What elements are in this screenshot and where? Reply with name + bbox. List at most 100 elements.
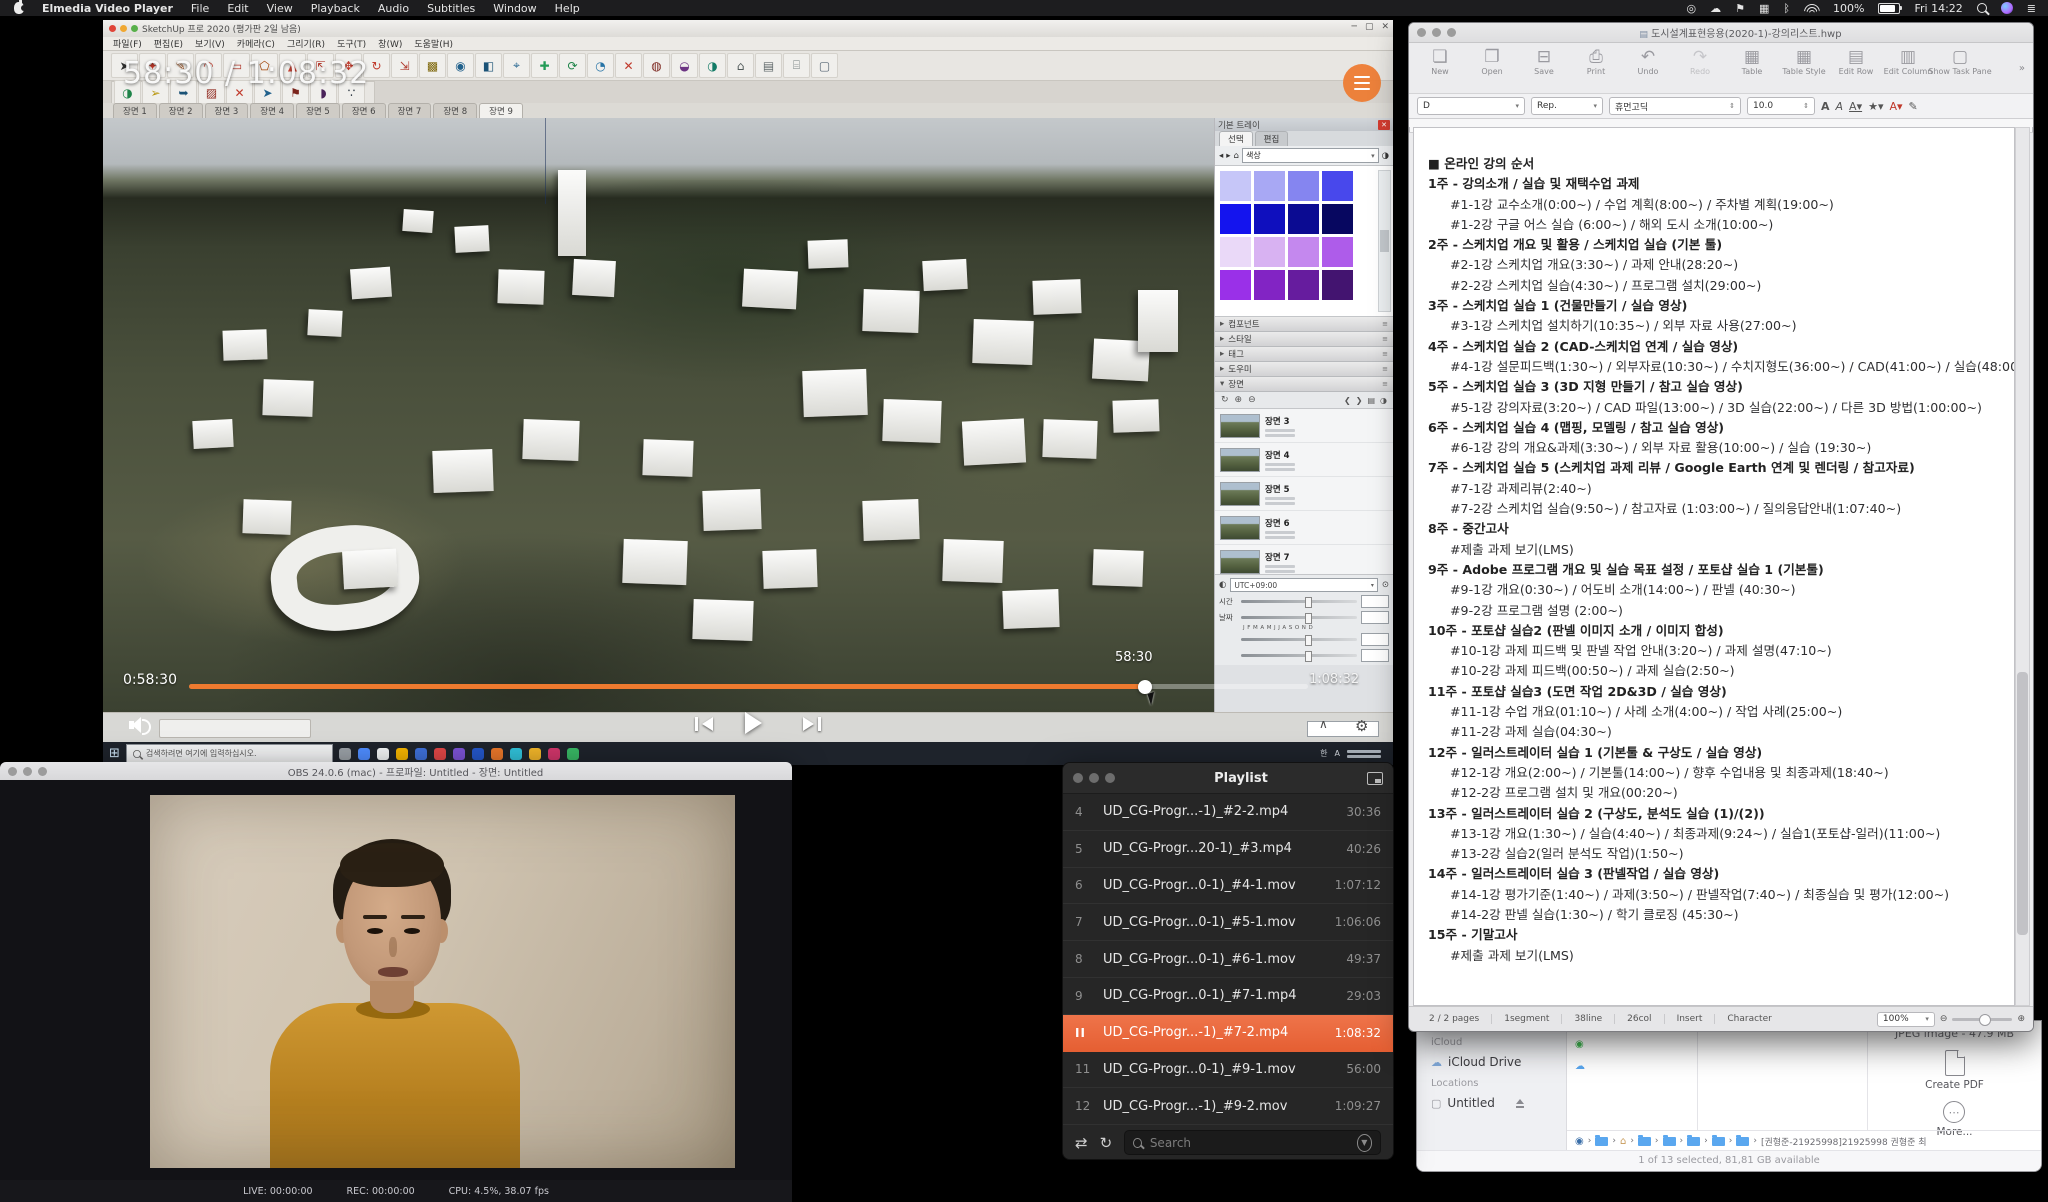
taskbar-app-icon[interactable] (396, 748, 408, 760)
color-swatch[interactable] (1288, 204, 1319, 234)
tool-icon[interactable]: ◑ (699, 53, 726, 78)
scene-list-item[interactable]: 장면 5 (1215, 477, 1393, 511)
folder-breadcrumb-icon[interactable] (1595, 1137, 1608, 1146)
path-current-item[interactable]: [권형준-21925998]21925998 권형준 최 (1761, 1135, 1927, 1148)
timezone-select[interactable]: UTC+09:00 ▾ (1230, 578, 1377, 592)
player-settings-icon[interactable]: ⚙ (1355, 717, 1368, 735)
maximize-icon[interactable]: ▢ (1365, 22, 1374, 32)
font-size-select[interactable]: 10.0⇕ (1747, 97, 1815, 115)
section-menu-icon[interactable]: ≡ (1382, 320, 1388, 328)
zoom-in-icon[interactable]: ⊕ (2017, 1014, 2025, 1024)
ime-latin-icon[interactable]: A (1335, 749, 1340, 758)
play-button[interactable] (745, 712, 762, 734)
zoom-level-select[interactable]: 100%▾ (1877, 1012, 1935, 1027)
shadow-detail-icon[interactable]: ⊙ (1382, 580, 1389, 590)
color-swatch[interactable] (1322, 204, 1353, 234)
details-icon[interactable]: ◑ (1380, 396, 1387, 405)
start-button-icon[interactable]: ⊞ (109, 746, 120, 761)
volume-button[interactable] (129, 717, 151, 733)
move-left-icon[interactable]: ❮ (1344, 396, 1351, 405)
taskbar-app-icon[interactable] (339, 748, 351, 760)
bold-button[interactable]: A (1821, 100, 1830, 113)
app-name-menu[interactable]: Elmedia Video Player (42, 2, 173, 15)
next-button[interactable] (803, 717, 821, 731)
menu-item[interactable]: Window (493, 2, 536, 15)
webcam-preview[interactable] (150, 795, 735, 1168)
swatch-scrollbar[interactable] (1378, 170, 1391, 312)
font-color-button[interactable]: A▾ (1889, 100, 1902, 113)
dark-value-box[interactable] (1361, 649, 1389, 662)
sketchup-menu-item[interactable]: 도구(T) (337, 37, 366, 50)
move-right-icon[interactable]: ❯ (1356, 396, 1363, 405)
update-scene-icon[interactable]: ↻ (1221, 395, 1229, 405)
sketchup-menu-item[interactable]: 파일(F) (113, 37, 142, 50)
taskbar-app-icon[interactable] (548, 748, 560, 760)
tool-icon[interactable]: ◍ (643, 53, 670, 78)
player-menu-button[interactable] (1343, 64, 1381, 102)
section-menu-icon[interactable]: ≡ (1382, 350, 1388, 358)
search-input[interactable] (1148, 1135, 1351, 1151)
preset-select[interactable]: Rep.▾ (1531, 97, 1603, 115)
previous-button[interactable] (695, 717, 713, 731)
tool-icon[interactable]: ◒ (671, 53, 698, 78)
zoom-icon[interactable] (38, 767, 47, 776)
menu-item[interactable]: Playback (311, 2, 360, 15)
taskbar-search[interactable]: 검색하려면 여기에 입력하십시오. (126, 744, 333, 763)
ime-korean-icon[interactable]: 한 (1320, 748, 1327, 759)
drive-breadcrumb-icon[interactable]: ◉ (1575, 1136, 1584, 1147)
zoom-icon[interactable] (1447, 28, 1456, 37)
folder-breadcrumb-icon[interactable] (1663, 1137, 1676, 1146)
taskbar-app-icon[interactable] (358, 748, 370, 760)
hwp-toolbar-button[interactable]: ▦ Table Style (1779, 47, 1829, 76)
menu-item[interactable]: Audio (378, 2, 409, 15)
playlist-row[interactable]: 5 UD_CG-Progr...20-1)_#3.mp4 40:26 (1063, 831, 1393, 868)
menu-item[interactable]: Subtitles (427, 2, 475, 15)
taskbar-app-icon[interactable] (434, 748, 446, 760)
apple-menu-icon[interactable] (14, 2, 24, 14)
sketchup-3d-viewport[interactable] (103, 118, 1215, 712)
bluetooth-icon[interactable]: ᛒ (1783, 2, 1790, 15)
obs-status-icon[interactable]: ◎ (1687, 2, 1697, 15)
tool-icon[interactable]: ◔ (587, 53, 614, 78)
tool-icon[interactable]: ◉ (447, 53, 474, 78)
taskbar-app-icon[interactable] (510, 748, 522, 760)
playlist-row[interactable]: 11 UD_CG-Progr...0-1)_#9-1.mov 56:00 (1063, 1052, 1393, 1089)
playlist-row[interactable]: 8 UD_CG-Progr...0-1)_#6-1.mov 49:37 (1063, 941, 1393, 978)
color-swatch[interactable] (1322, 270, 1353, 300)
date-slider[interactable] (1241, 616, 1357, 619)
color-swatch[interactable] (1322, 171, 1353, 201)
minimize-icon[interactable] (23, 767, 32, 776)
sketchup-menu-item[interactable]: 그리기(R) (287, 37, 325, 50)
italic-button[interactable]: A (1836, 100, 1844, 113)
scene-list-item[interactable]: 장면 7 (1215, 545, 1393, 575)
taskbar-app-icon[interactable] (415, 748, 427, 760)
font-select[interactable]: 휴먼고딕⇕ (1609, 97, 1741, 115)
hwp-toolbar-button[interactable]: ↶ Undo (1623, 47, 1673, 76)
date-value-box[interactable] (1361, 611, 1389, 624)
time-slider[interactable] (1241, 600, 1357, 603)
menu-item[interactable]: View (267, 2, 293, 15)
hwp-toolbar-button[interactable]: ▥ Edit Column (1883, 47, 1933, 76)
shadow-toggle-icon[interactable]: ◐ (1219, 580, 1226, 590)
tray-section-bar[interactable]: ▸ 도우미 ≡ (1215, 362, 1393, 377)
tray-section-bar[interactable]: ▸ 스타일 ≡ (1215, 332, 1393, 347)
minimize-icon[interactable] (1432, 28, 1441, 37)
eject-icon[interactable] (1515, 1099, 1525, 1108)
hwp-toolbar-button[interactable]: ❐ Open (1467, 47, 1517, 76)
close-icon[interactable]: ✕ (1381, 22, 1389, 32)
tool-icon[interactable]: ⌖ (503, 53, 530, 78)
hwp-toolbar-button[interactable]: ❏ New (1415, 47, 1465, 76)
input-source-icon[interactable]: ▦ (1759, 2, 1769, 15)
finder-file-list[interactable]: ◉ ☁ JPEG image - 47.9 MB Create PDF ⋯ Mo… (1567, 1021, 2041, 1131)
sidebar-item-untitled[interactable]: ▢ Untitled (1431, 1093, 1566, 1113)
zoom-out-icon[interactable]: ⊖ (1940, 1014, 1948, 1024)
view-options-icon[interactable]: ▤ (1367, 396, 1375, 405)
material-collection-select[interactable]: 색상 ▾ (1242, 148, 1379, 163)
section-menu-icon[interactable]: ≡ (1382, 380, 1388, 388)
scene-list-item[interactable]: 장면 6 (1215, 511, 1393, 545)
repeat-icon[interactable]: ↻ (1100, 1134, 1113, 1152)
shuffle-icon[interactable]: ⇄ (1075, 1134, 1088, 1152)
folder-breadcrumb-icon[interactable] (1638, 1137, 1651, 1146)
materials-tab[interactable]: 편집 (1255, 131, 1289, 146)
color-swatch[interactable] (1322, 237, 1353, 267)
